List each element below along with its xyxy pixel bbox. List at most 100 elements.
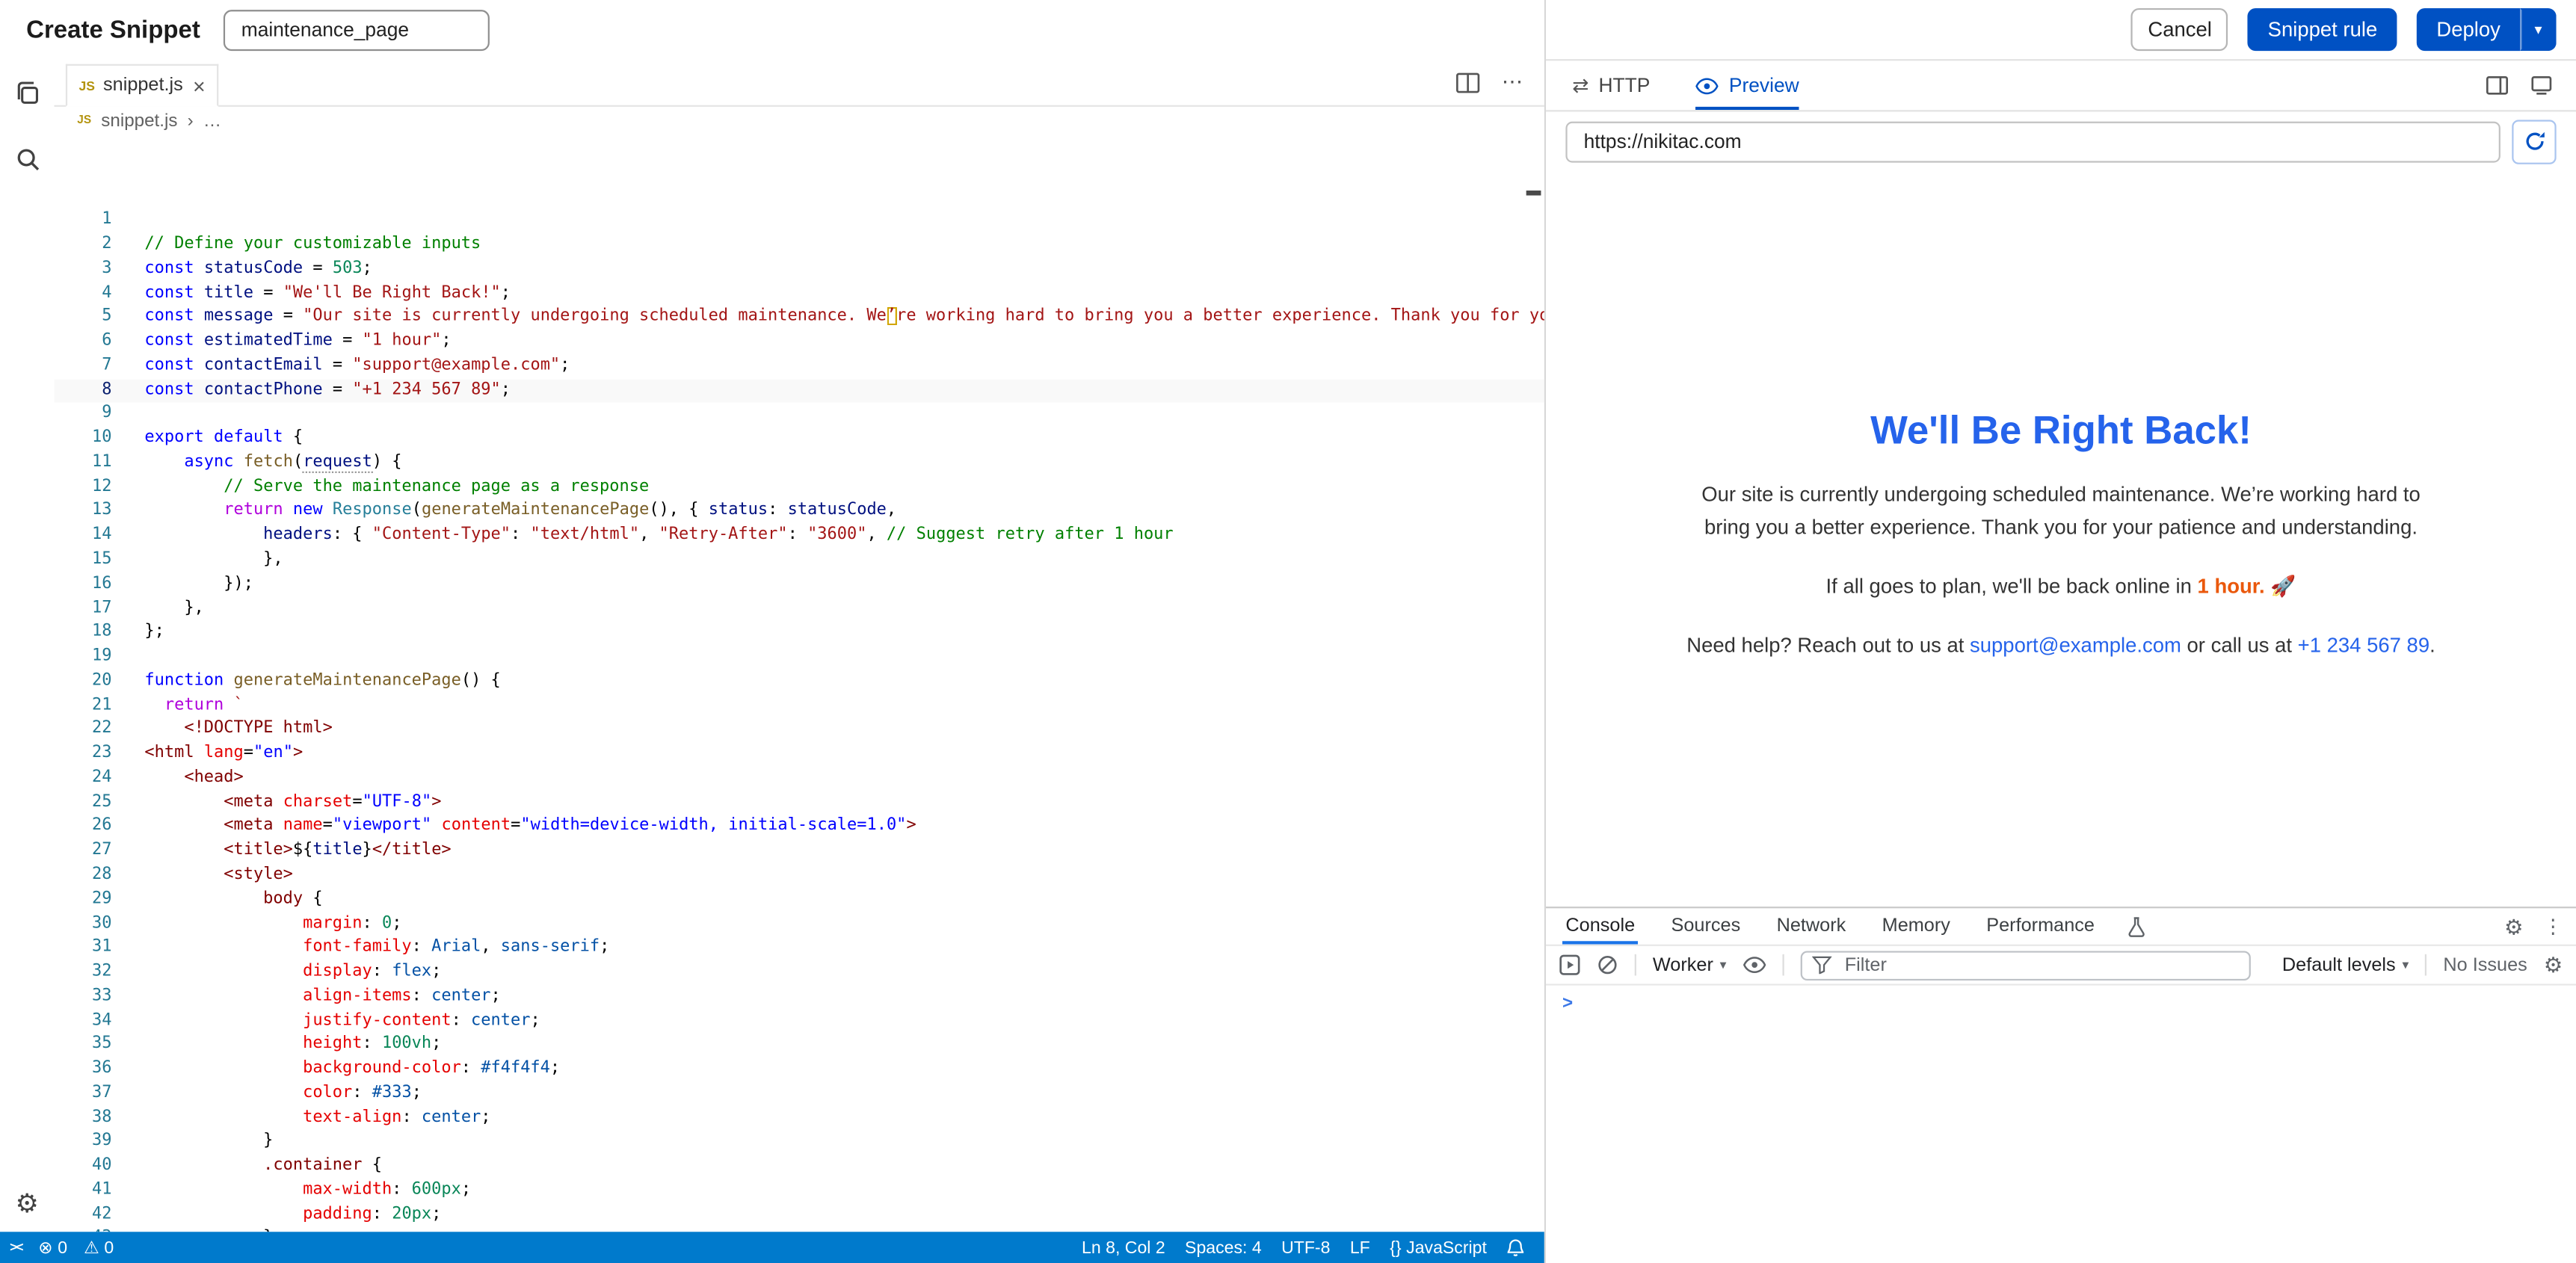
toolbar-divider [2425,954,2426,976]
code-line-32[interactable]: 32 display: flex; [55,961,1544,985]
devtools-tab-console[interactable]: Console [1562,908,1639,944]
code-line-13[interactable]: 13 return new Response(generateMaintenan… [55,500,1544,524]
code-line-8[interactable]: 8const contactPhone = "+1 234 567 89"; [55,379,1544,403]
code-line-17[interactable]: 17 }, [55,597,1544,621]
phone-link[interactable]: +1 234 567 89 [2298,634,2429,657]
log-levels-selector[interactable]: Default levels ▾ [2282,955,2409,975]
errors-indicator[interactable]: ⊗ 0 [38,1238,67,1257]
code-line-40[interactable]: 40 .container { [55,1155,1544,1179]
context-selector[interactable]: Worker ▾ [1653,955,1727,975]
code-line-36[interactable]: 36 background-color: #f4f4f4; [55,1058,1544,1082]
code-line-2[interactable]: 2// Define your customizable inputs [55,233,1544,257]
device-toolbar-icon[interactable] [2530,75,2553,95]
language-mode[interactable]: {} JavaScript [1390,1238,1487,1257]
files-icon[interactable] [12,78,42,108]
code-line-6[interactable]: 6const estimatedTime = "1 hour"; [55,330,1544,354]
console-prompt-chevron[interactable]: > [1562,994,1573,1013]
filter-input[interactable] [1841,954,2239,977]
close-tab-icon[interactable]: × [193,75,206,96]
console-settings-gear-icon[interactable]: ⚙ [2544,954,2563,976]
code-line-19[interactable]: 19 [55,646,1544,670]
code-line-15[interactable]: 15 }, [55,549,1544,572]
line-content: align-items: center; [111,985,500,1009]
notifications-bell-icon[interactable] [1506,1238,1524,1257]
tab-snippet-js[interactable]: JS snippet.js × [66,64,218,107]
code-line-29[interactable]: 29 body { [55,888,1544,912]
code-line-10[interactable]: 10export default { [55,427,1544,451]
settings-gear-icon[interactable]: ⚙ [16,1193,40,1219]
code-line-39[interactable]: 39 } [55,1131,1544,1155]
snippet-rule-button[interactable]: Snippet rule [2248,8,2397,51]
devtools-settings-gear-icon[interactable]: ⚙ [2504,915,2524,937]
code-line-22[interactable]: 22 <!DOCTYPE html> [55,718,1544,742]
code-line-7[interactable]: 7const contactEmail = "support@example.c… [55,354,1544,378]
refresh-button[interactable] [2512,119,2556,163]
code-line-34[interactable]: 34 justify-content: center; [55,1010,1544,1034]
tab-http[interactable]: ⇄ HTTP [1572,61,1650,110]
code-line-38[interactable]: 38 text-align: center; [55,1106,1544,1130]
code-line-9[interactable]: 9 [55,403,1544,427]
line-content: background-color: #f4f4f4; [111,1058,560,1082]
performance-insights-flask-icon[interactable] [2127,908,2145,944]
code-line-28[interactable]: 28 <style> [55,864,1544,888]
remote-indicator-icon[interactable]: >< [10,1240,22,1255]
issues-counter[interactable]: No Issues [2443,955,2527,975]
maintenance-eta: If all goes to plan, we'll be back onlin… [1686,570,2435,603]
split-editor-icon[interactable] [1455,72,1480,93]
code-line-21[interactable]: 21 return ` [55,694,1544,718]
side-panel-icon[interactable] [2486,75,2509,95]
warnings-indicator[interactable]: ⚠ 0 [84,1238,114,1257]
code-line-42[interactable]: 42 padding: 20px; [55,1203,1544,1227]
cursor-position[interactable]: Ln 8, Col 2 [1082,1238,1165,1257]
code-line-11[interactable]: 11 async fetch(request) { [55,451,1544,475]
code-line-14[interactable]: 14 headers: { "Content-Type": "text/html… [55,525,1544,549]
eol-setting[interactable]: LF [1350,1238,1370,1257]
code-line-24[interactable]: 24 <head> [55,767,1544,791]
code-line-20[interactable]: 20function generateMaintenancePage() { [55,670,1544,694]
snippet-name-input[interactable] [224,9,490,50]
code-line-41[interactable]: 41 max-width: 600px; [55,1179,1544,1203]
breadcrumb-file[interactable]: snippet.js [101,111,177,130]
code-line-3[interactable]: 3const statusCode = 503; [55,258,1544,282]
code-line-37[interactable]: 37 color: #333; [55,1082,1544,1106]
line-content: // Define your customizable inputs [111,233,481,257]
devtools-tab-network[interactable]: Network [1773,908,1849,944]
code-line-25[interactable]: 25 <meta charset="UTF-8"> [55,791,1544,815]
console-output[interactable]: > [1546,986,2576,1263]
live-expression-eye-icon[interactable] [1743,956,1766,974]
url-input[interactable] [1565,121,2500,162]
code-line-4[interactable]: 4const title = "We'll Be Right Back!"; [55,282,1544,306]
devtools-tab-performance[interactable]: Performance [1983,908,2098,944]
tab-preview[interactable]: Preview [1696,61,1799,110]
support-email-link[interactable]: support@example.com [1970,634,2181,657]
code-line-27[interactable]: 27 <title>${title}</title> [55,839,1544,863]
indentation-setting[interactable]: Spaces: 4 [1185,1238,1262,1257]
line-content: }); [111,573,253,597]
devtools-tab-sources[interactable]: Sources [1668,908,1744,944]
code-line-1[interactable]: 1 [55,209,1544,233]
code-line-16[interactable]: 16 }); [55,573,1544,597]
code-line-33[interactable]: 33 align-items: center; [55,985,1544,1009]
devtools-tab-memory[interactable]: Memory [1879,908,1953,944]
code-line-12[interactable]: 12 // Serve the maintenance page as a re… [55,476,1544,500]
clear-console-icon[interactable] [1597,954,1618,976]
console-toolbar: Worker ▾ Default levels ▾ [1546,946,2576,986]
search-icon[interactable] [12,144,42,174]
code-area[interactable]: 12// Define your customizable inputs3con… [55,136,1544,1232]
console-sidebar-icon[interactable] [1559,954,1581,976]
code-line-30[interactable]: 30 margin: 0; [55,912,1544,936]
code-line-23[interactable]: 23<html lang="en"> [55,743,1544,767]
code-line-35[interactable]: 35 height: 100vh; [55,1034,1544,1057]
deploy-options-button[interactable]: ▾ [2520,8,2556,51]
code-line-5[interactable]: 5const message = "Our site is currently … [55,306,1544,330]
code-line-26[interactable]: 26 <meta name="viewport" content="width=… [55,815,1544,839]
deploy-button[interactable]: Deploy [2417,8,2520,51]
line-number: 9 [55,403,112,427]
encoding-setting[interactable]: UTF-8 [1281,1238,1330,1257]
devtools-menu-icon[interactable]: ⋮ [2543,915,2563,938]
code-line-31[interactable]: 31 font-family: Arial, sans-serif; [55,936,1544,960]
code-line-18[interactable]: 18}; [55,621,1544,645]
more-actions-icon[interactable]: ⋯ [1502,69,1525,95]
cancel-button[interactable]: Cancel [2131,8,2228,51]
breadcrumb-symbol[interactable]: … [203,111,221,130]
